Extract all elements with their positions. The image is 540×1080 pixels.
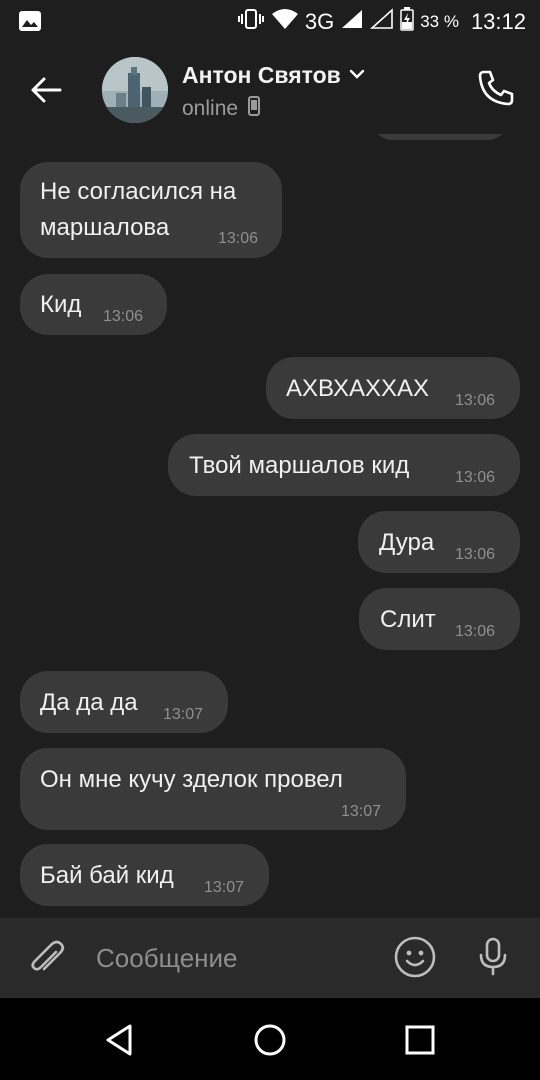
message-text: Бай бай кид [40, 862, 174, 889]
contact-name[interactable]: Антон Святов [182, 62, 341, 89]
attach-icon[interactable] [26, 938, 68, 980]
status-bar: 3G 33 % 13:12 [0, 0, 540, 44]
nav-recents-icon[interactable] [402, 1022, 438, 1058]
message-text: Дура [379, 529, 435, 556]
chevron-down-icon[interactable] [349, 67, 365, 85]
message-composer [0, 918, 540, 998]
message-text: Твой маршалов кид [189, 452, 410, 479]
message-text: Кид [40, 291, 82, 318]
message-time: 13:06 [455, 546, 496, 563]
message-time: 13:06 [218, 230, 259, 247]
message-bubble-incoming[interactable]: Не согласился на маршалова 13:06 [20, 162, 282, 258]
battery-percent: 33 % [420, 12, 459, 31]
message-text: Он мне кучу зделок провел [40, 766, 343, 793]
message-bubble-incoming[interactable]: Бай бай кид 13:07 [20, 844, 269, 906]
message-list[interactable]: Не согласился на маршалова 13:06 Кид 13:… [0, 134, 540, 918]
message-time: 13:06 [455, 623, 496, 640]
mic-icon[interactable] [470, 934, 516, 980]
network-type: 3G [304, 9, 335, 34]
call-icon[interactable] [474, 66, 518, 110]
message-bubble-outgoing[interactable]: Слит 13:06 [359, 588, 520, 650]
vibrate-icon [237, 8, 265, 36]
system-nav-bar [0, 998, 540, 1080]
message-time: 13:06 [455, 392, 496, 409]
message-bubble-incoming[interactable]: Кид 13:06 [20, 274, 167, 335]
message-bubble-partial [370, 134, 510, 140]
wifi-icon [271, 8, 299, 36]
clock: 13:12 [470, 9, 526, 34]
message-bubble-outgoing[interactable]: Твой маршалов кид 13:06 [168, 434, 520, 496]
back-arrow-icon[interactable] [26, 70, 66, 110]
message-input[interactable] [96, 940, 376, 976]
message-text: Слит [380, 606, 436, 633]
message-time: 13:07 [341, 803, 382, 820]
emoji-icon[interactable] [392, 934, 438, 980]
message-time: 13:07 [163, 706, 204, 723]
message-bubble-outgoing[interactable]: АХВХАХХАХ 13:06 [266, 357, 520, 419]
message-bubble-incoming[interactable]: Да да да 13:07 [20, 671, 228, 733]
chat-header: Антон Святов online [0, 44, 540, 134]
contact-status: online [182, 96, 239, 120]
message-time: 13:06 [103, 308, 144, 325]
avatar[interactable] [102, 57, 168, 123]
message-time: 13:07 [204, 879, 245, 896]
message-bubble-outgoing[interactable]: Дура 13:06 [358, 511, 520, 573]
message-text: Да да да [40, 689, 138, 716]
signal-icon [340, 8, 364, 36]
nav-back-icon[interactable] [102, 1022, 138, 1058]
phone-icon [248, 96, 261, 121]
nav-home-icon[interactable] [252, 1022, 288, 1058]
gallery-icon [18, 10, 42, 37]
message-text: Не согласился на маршалова [40, 178, 237, 241]
message-text: АХВХАХХАХ [286, 375, 430, 402]
battery-icon [400, 7, 414, 37]
message-time: 13:06 [455, 469, 496, 486]
signal-icon-secondary [370, 8, 394, 36]
message-bubble-incoming[interactable]: Он мне кучу зделок провел 13:07 [20, 748, 406, 830]
